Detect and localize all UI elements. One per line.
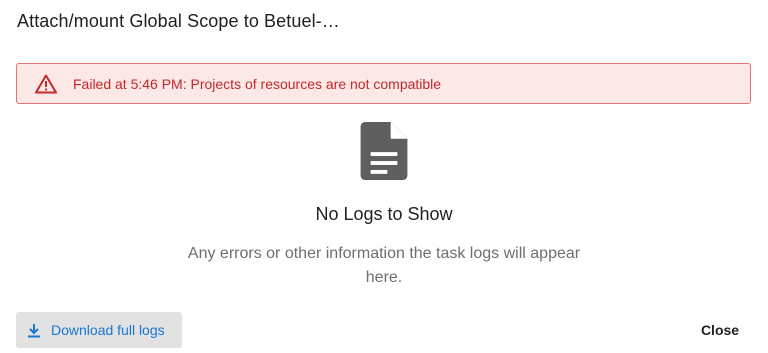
warning-triangle-icon bbox=[35, 74, 57, 94]
empty-state-description: Any errors or other information the task… bbox=[187, 245, 581, 286]
dialog-title: Attach/mount Global Scope to Betuel-… bbox=[17, 11, 340, 31]
task-logs-dialog: Attach/mount Global Scope to Betuel-… Fa… bbox=[0, 0, 768, 353]
download-button-label: Download full logs bbox=[51, 322, 165, 338]
close-button[interactable]: Close bbox=[688, 312, 752, 348]
download-full-logs-button[interactable]: Download full logs bbox=[16, 312, 182, 348]
download-icon bbox=[28, 323, 40, 337]
empty-state-title: No Logs to Show bbox=[315, 204, 453, 224]
empty-state: No Logs to Show Any errors or other info… bbox=[0, 122, 768, 286]
document-icon bbox=[360, 122, 408, 180]
error-alert: Failed at 5:46 PM: Projects of resources… bbox=[16, 63, 751, 104]
alert-message: Failed at 5:46 PM: Projects of resources… bbox=[73, 76, 442, 92]
